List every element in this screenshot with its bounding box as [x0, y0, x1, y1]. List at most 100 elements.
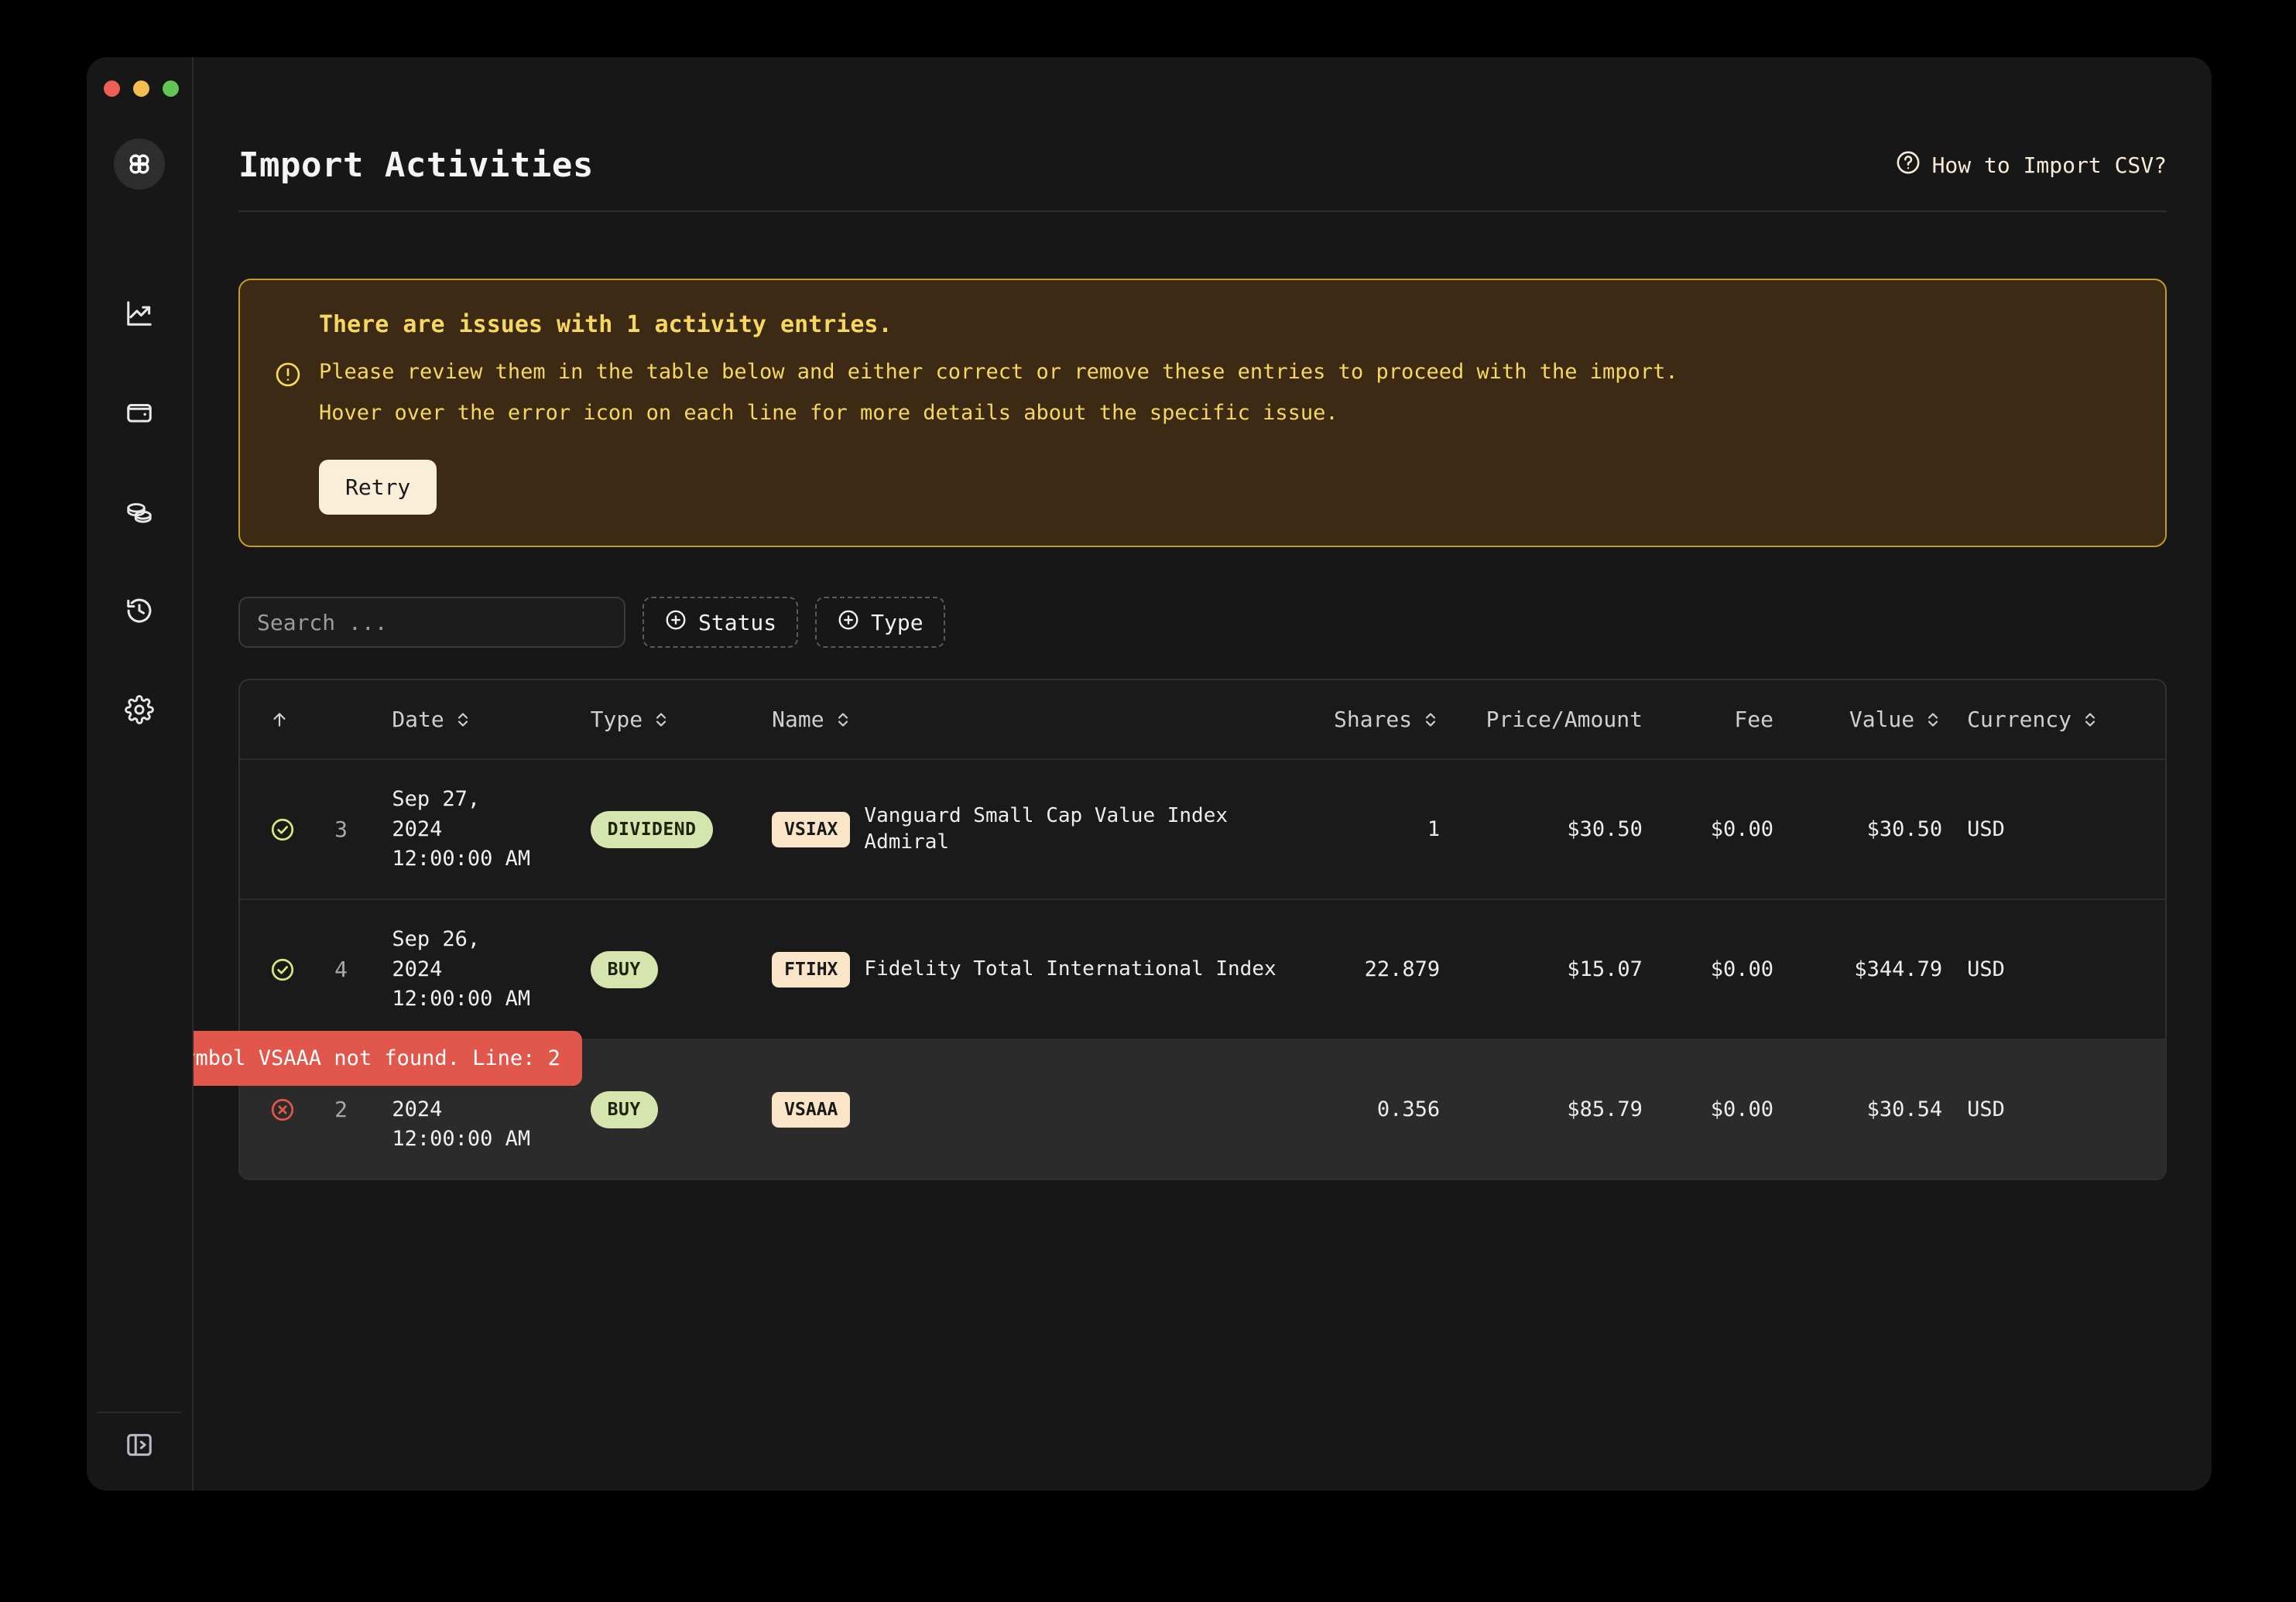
column-header-name-label: Name — [772, 707, 824, 733]
sort-asc-icon — [269, 710, 290, 730]
retry-button[interactable]: Retry — [319, 460, 437, 515]
table-header-row: Date Type Name Shares Price/Amount Fee V… — [240, 680, 2165, 761]
column-header-currency[interactable]: Currency — [1962, 680, 2165, 761]
column-header-value-label: Value — [1849, 707, 1915, 733]
column-header-status[interactable] — [240, 680, 335, 761]
column-header-shares[interactable]: Shares — [1278, 680, 1461, 761]
alert-circle-icon — [274, 361, 302, 392]
error-circle-icon[interactable] — [269, 1097, 334, 1123]
column-header-price: Price/Amount — [1460, 680, 1663, 761]
maximize-window-button[interactable] — [163, 80, 179, 97]
sidebar — [87, 57, 194, 1491]
plus-circle-icon — [837, 608, 860, 637]
column-header-date[interactable]: Date — [392, 680, 591, 761]
wallet-icon — [125, 398, 154, 430]
activities-table: Date Type Name Shares Price/Amount Fee V… — [238, 679, 2167, 1181]
table-row[interactable]: 3 Sep 27, 2024 12:00:00 AM DIVIDEND VSIA… — [240, 759, 2165, 901]
security-name: Fidelity Total International Index — [864, 957, 1277, 981]
column-header-type[interactable]: Type — [590, 680, 773, 761]
row-date-line2: 2024 — [392, 816, 443, 841]
main-content: Import Activities How to Import CSV? The… — [194, 57, 2212, 1491]
column-header-name[interactable]: Name — [772, 680, 1279, 761]
row-shares: 1 — [1278, 759, 1461, 901]
plus-circle-icon — [664, 608, 687, 637]
row-name: VSIAX Vanguard Small Cap Value Index Adm… — [772, 759, 1279, 901]
column-header-currency-label: Currency — [1967, 707, 2072, 733]
row-date-line1: Sep 26, — [392, 927, 481, 952]
symbol-badge: VSAAA — [772, 1091, 851, 1128]
sidebar-item-activities[interactable] — [115, 587, 164, 637]
app-logo-icon[interactable] — [114, 139, 165, 190]
header-divider — [238, 211, 2167, 212]
row-fee: $0.00 — [1662, 759, 1794, 901]
column-header-value[interactable]: Value — [1794, 680, 1963, 761]
row-status — [240, 899, 335, 1041]
column-header-price-label: Price/Amount — [1486, 707, 1643, 733]
filter-bar: Status Type — [238, 597, 2167, 649]
row-date: Sep 27, 2024 12:00:00 AM — [392, 759, 591, 901]
sidebar-item-accounts[interactable] — [115, 389, 164, 439]
type-badge: BUY — [590, 950, 658, 988]
column-header-type-label: Type — [590, 707, 643, 733]
app-window: Import Activities How to Import CSV? The… — [87, 57, 2212, 1491]
row-id: 4 — [334, 899, 392, 1041]
trending-chart-icon — [125, 299, 154, 331]
row-name: FTIHX Fidelity Total International Index — [772, 899, 1279, 1041]
filter-type-label: Type — [871, 609, 924, 635]
sidebar-item-settings[interactable] — [115, 686, 164, 736]
sort-toggle-icon[interactable] — [834, 710, 852, 729]
filter-status-button[interactable]: Status — [643, 597, 799, 649]
row-date-line3: 12:00:00 AM — [392, 986, 531, 1011]
row-name: VSAAA — [772, 1039, 1279, 1179]
page-header: Import Activities How to Import CSV? — [238, 57, 2167, 204]
row-value: $344.79 — [1794, 899, 1963, 1041]
sort-toggle-icon[interactable] — [2081, 710, 2099, 729]
filter-type-button[interactable]: Type — [815, 597, 945, 649]
coins-icon — [125, 497, 154, 529]
row-date-line1: Sep 27, — [392, 787, 481, 812]
how-to-import-csv-link[interactable]: How to Import CSV? — [1895, 149, 2167, 181]
row-price: $85.79 — [1460, 1039, 1663, 1179]
row-value: $30.54 — [1794, 1039, 1963, 1179]
search-input[interactable] — [238, 597, 625, 649]
history-clock-icon — [125, 596, 154, 628]
row-date: Sep 26, 2024 12:00:00 AM — [392, 899, 591, 1041]
row-type: DIVIDEND — [590, 759, 773, 901]
row-date-line2: 2024 — [392, 957, 443, 981]
security-name: Vanguard Small Cap Value Index Admiral — [864, 803, 1229, 854]
sidebar-item-holdings[interactable] — [115, 488, 164, 538]
panel-expand-icon — [125, 1430, 154, 1463]
check-circle-icon — [269, 957, 334, 983]
sort-toggle-icon[interactable] — [1924, 710, 1942, 729]
row-value: $30.50 — [1794, 759, 1963, 901]
symbol-badge: FTIHX — [772, 951, 851, 988]
row-status — [240, 759, 335, 901]
column-header-fee: Fee — [1662, 680, 1794, 761]
alert-title: There are issues with 1 activity entries… — [319, 311, 893, 338]
filter-status-label: Status — [698, 609, 777, 635]
column-header-shares-label: Shares — [1334, 707, 1413, 733]
column-header-id — [334, 680, 392, 761]
row-currency: USD — [1962, 759, 2165, 901]
column-header-fee-label: Fee — [1734, 707, 1773, 733]
type-badge: BUY — [590, 1090, 658, 1128]
sort-toggle-icon[interactable] — [1421, 710, 1440, 729]
row-currency: USD — [1962, 1039, 2165, 1179]
column-header-date-label: Date — [392, 707, 444, 733]
minimize-window-button[interactable] — [133, 80, 149, 97]
sort-toggle-icon[interactable] — [454, 710, 472, 729]
symbol-badge: VSIAX — [772, 811, 851, 847]
row-shares: 0.356 — [1278, 1039, 1461, 1179]
close-window-button[interactable] — [104, 80, 120, 97]
question-circle-icon — [1895, 149, 1921, 181]
type-badge: DIVIDEND — [590, 810, 714, 848]
row-date-line3: 12:00:00 AM — [392, 846, 531, 871]
row-fee: $0.00 — [1662, 899, 1794, 1041]
table-row[interactable]: 4 Sep 26, 2024 12:00:00 AM BUY FTIHX Fid… — [240, 899, 2165, 1041]
alert-line-1: Please review them in the table below an… — [319, 360, 1678, 384]
sidebar-item-dashboard[interactable] — [115, 290, 164, 340]
sidebar-toggle-button[interactable] — [98, 1412, 181, 1463]
row-id: 3 — [334, 759, 392, 901]
row-type: BUY — [590, 1039, 773, 1179]
sort-toggle-icon[interactable] — [652, 710, 670, 729]
